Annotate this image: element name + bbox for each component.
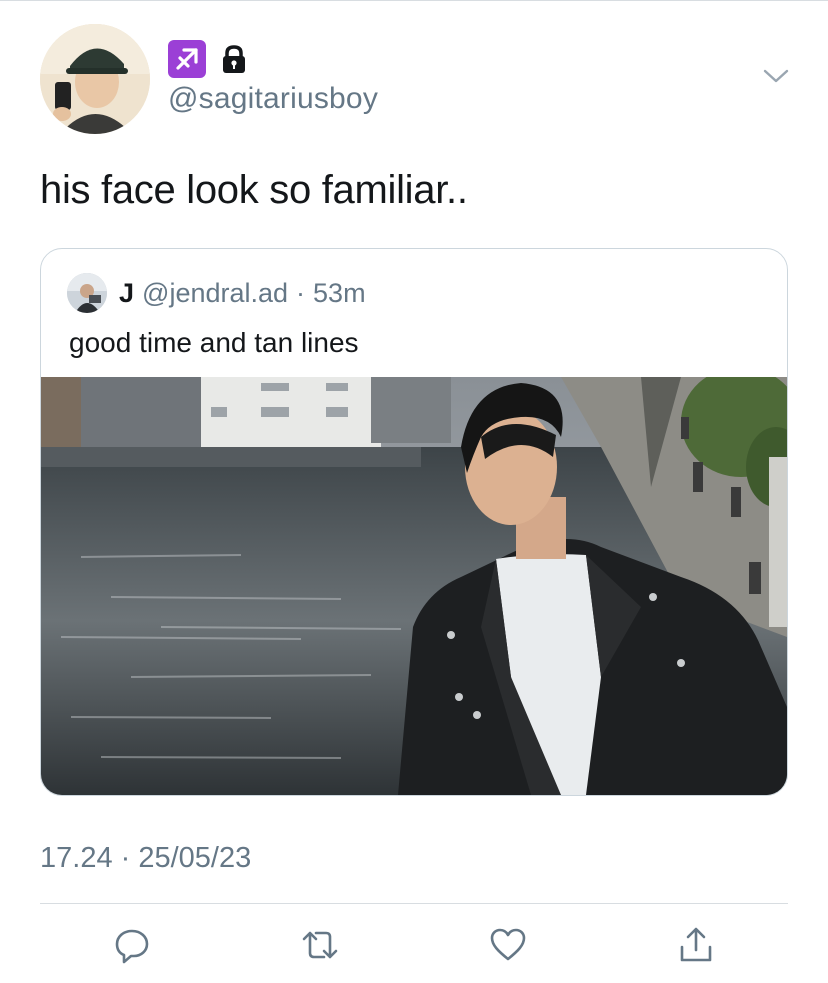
quoted-author-name[interactable]: J xyxy=(119,278,134,309)
quoted-author-avatar[interactable] xyxy=(67,273,107,313)
quoted-tweet-text: good time and tan lines xyxy=(69,327,359,358)
reply-icon[interactable] xyxy=(109,922,155,968)
quoted-time: 53m xyxy=(313,277,366,308)
tweet-timestamp: 17.24 · 25/05/23 xyxy=(40,842,252,874)
chevron-down-icon[interactable] xyxy=(760,64,792,88)
top-divider xyxy=(0,0,828,1)
retweet-icon[interactable] xyxy=(297,922,343,968)
quoted-tweet-card[interactable]: J @jendral.ad · 53m good time and tan line… xyxy=(40,248,788,796)
quoted-photo[interactable] xyxy=(41,377,787,795)
author-handle[interactable]: @sagitariusboy xyxy=(168,82,378,116)
share-icon[interactable] xyxy=(673,922,719,968)
author-avatar[interactable] xyxy=(40,24,150,134)
quoted-tweet-header: J @jendral.ad · 53m xyxy=(67,273,366,313)
tweet-actions xyxy=(0,922,828,972)
like-icon[interactable] xyxy=(485,922,531,968)
tweet-text: his face look so familiar.. xyxy=(40,168,468,212)
sagittarius-icon xyxy=(168,40,206,78)
actions-divider xyxy=(40,903,788,904)
quoted-separator: · xyxy=(296,277,306,308)
lock-icon xyxy=(220,44,248,74)
author-badges xyxy=(168,40,248,78)
quoted-author-handle[interactable]: @jendral.ad xyxy=(142,278,288,309)
